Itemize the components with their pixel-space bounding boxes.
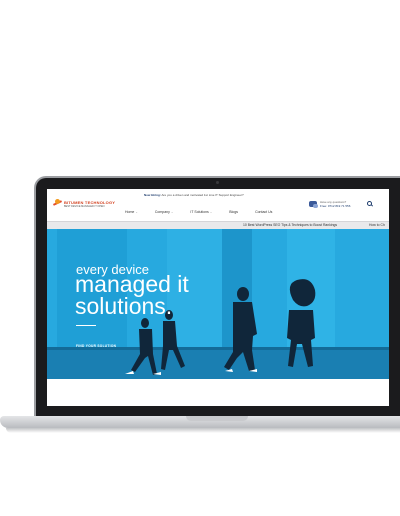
main-nav: Home⌄ Company⌄ IT Solutions⌄ Blogs Conta…: [125, 210, 289, 214]
hiring-banner[interactable]: Now Hiring: Are you a driven and motivat…: [144, 193, 244, 197]
site-logo[interactable]: BITUMEN TECHNOLOGY BEST DEVICE MANAGED I…: [53, 199, 115, 208]
nav-home[interactable]: Home⌄: [125, 210, 138, 214]
search-icon[interactable]: [367, 201, 373, 207]
hiring-text: Are you a driven and motivated 1st Line …: [161, 193, 244, 197]
site-header: BITUMEN TECHNOLOGY BEST DEVICE MANAGED I…: [47, 189, 389, 221]
hero-banner: every device managed it solutions. FIND …: [47, 229, 389, 379]
page-below-hero: [47, 379, 389, 406]
laptop-base-shadow: [6, 428, 400, 433]
chevron-down-icon: ⌄: [135, 210, 138, 214]
find-solution-link[interactable]: FIND YOUR SOLUTION: [76, 344, 116, 348]
nav-company[interactable]: Company⌄: [155, 210, 174, 214]
chevron-down-icon: ⌄: [170, 210, 174, 214]
nav-blogs[interactable]: Blogs: [229, 210, 238, 214]
ticker-item[interactable]: 10 Best WordPress SEO Tips & Techniques …: [243, 223, 337, 227]
contact-phone[interactable]: Free: 0712 819 71 556: [320, 204, 350, 208]
nav-it-solutions[interactable]: IT Solutions⌄: [190, 210, 212, 214]
ticker-item[interactable]: How to Ch: [369, 223, 385, 227]
hero-headline-line-3: solutions.: [75, 293, 173, 319]
logo-mark-icon: [53, 199, 62, 208]
logo-tagline: BEST DEVICE MANAGED IT OPEN: [64, 204, 105, 208]
camera-icon: [216, 181, 219, 184]
laptop-screen: BITUMEN TECHNOLOGY BEST DEVICE MANAGED I…: [47, 189, 389, 406]
laptop-opening-notch: [186, 416, 248, 421]
chevron-down-icon: ⌄: [209, 210, 213, 214]
hiring-label: Now Hiring:: [144, 193, 161, 197]
chat-bubbles-icon: [309, 201, 318, 208]
hero-divider: [76, 325, 96, 326]
laptop-mockup: BITUMEN TECHNOLOGY BEST DEVICE MANAGED I…: [0, 0, 400, 516]
nav-contact-us[interactable]: Contact Us: [255, 210, 272, 214]
news-ticker: 10 Best WordPress SEO Tips & Techniques …: [47, 221, 389, 229]
contact-block[interactable]: Have any questions? Free: 0712 819 71 55…: [309, 200, 350, 208]
